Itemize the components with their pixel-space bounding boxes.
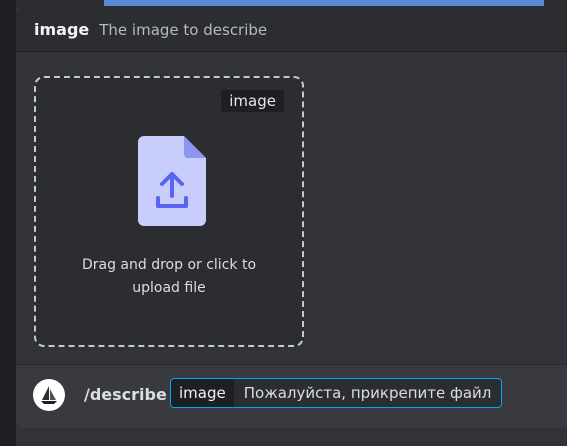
file-option-panel: image The image to describe image Drag a… (16, 8, 567, 428)
dropzone-text-line-1: Drag and drop or click to (81, 257, 257, 273)
upload-area: image Drag and drop or click to upload f… (16, 52, 567, 364)
option-description: The image to describe (99, 20, 268, 39)
bot-avatar (33, 379, 65, 411)
command-option-input[interactable]: image Пожалуйста, прикрепите файл (170, 378, 503, 408)
command-option-name: image (171, 379, 234, 407)
file-upload-icon (138, 136, 206, 226)
option-header: image The image to describe (16, 8, 567, 52)
background-message-highlight (104, 0, 544, 6)
command-input-bar: /describe image Пожалуйста, прикрепите ф… (16, 364, 567, 428)
option-name: image (34, 20, 90, 39)
sailboat-icon (41, 386, 57, 404)
dropzone-tag: image (221, 90, 284, 112)
background-left-rail (0, 0, 16, 446)
dropzone-instructions: Drag and drop or click to upload file (46, 254, 292, 300)
file-dropzone[interactable]: image Drag and drop or click to upload f… (34, 76, 304, 347)
background-bottom-band (16, 428, 567, 446)
command-option-value[interactable]: Пожалуйста, прикрепите файл (233, 379, 502, 407)
dropzone-text-line-2: upload file (132, 280, 206, 296)
slash-command-name: /describe (84, 385, 167, 404)
